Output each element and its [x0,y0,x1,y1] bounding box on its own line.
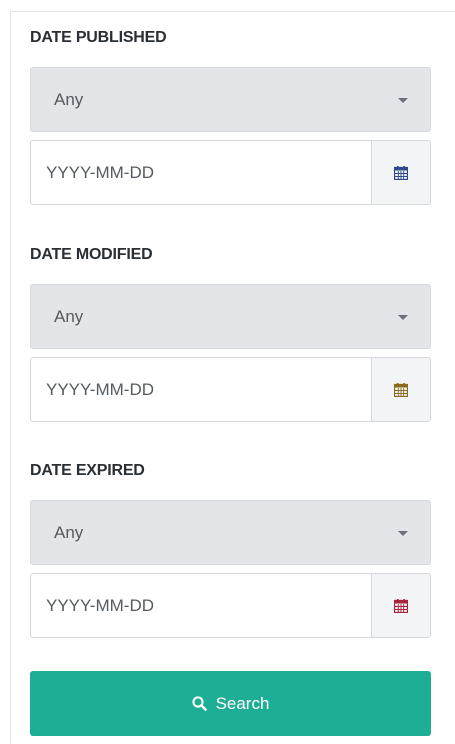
date-expired-date-input[interactable] [31,574,371,637]
date-modified-select-value: Any [54,306,84,326]
date-expired-select[interactable]: Any [30,500,431,565]
chevron-down-icon [398,315,408,320]
chevron-down-icon [398,98,408,103]
date-modified-date-input[interactable] [31,358,371,421]
date-published-calendar-button[interactable] [371,141,430,204]
panel-left-border [10,11,11,744]
calendar-icon [394,165,408,180]
date-published-title: DATE PUBLISHED [30,29,167,46]
date-modified-calendar-button[interactable] [371,358,430,421]
search-icon [191,696,207,711]
date-expired-calendar-button[interactable] [371,574,430,637]
calendar-icon [394,382,408,397]
date-expired-date-field [30,573,431,638]
date-expired-select-value: Any [54,522,84,542]
date-expired-title: DATE EXPIRED [30,462,145,479]
date-modified-select[interactable]: Any [30,284,431,349]
date-modified-title: DATE MODIFIED [30,246,153,263]
calendar-icon [394,598,408,613]
date-published-select[interactable]: Any [30,67,431,132]
panel-top-border [10,11,455,12]
chevron-down-icon [398,531,408,536]
date-published-date-field [30,140,431,205]
search-button[interactable]: Search [30,671,431,736]
date-modified-date-field [30,357,431,422]
date-published-date-input[interactable] [31,141,371,204]
search-button-label: Search [215,693,270,713]
date-published-select-value: Any [54,89,84,109]
